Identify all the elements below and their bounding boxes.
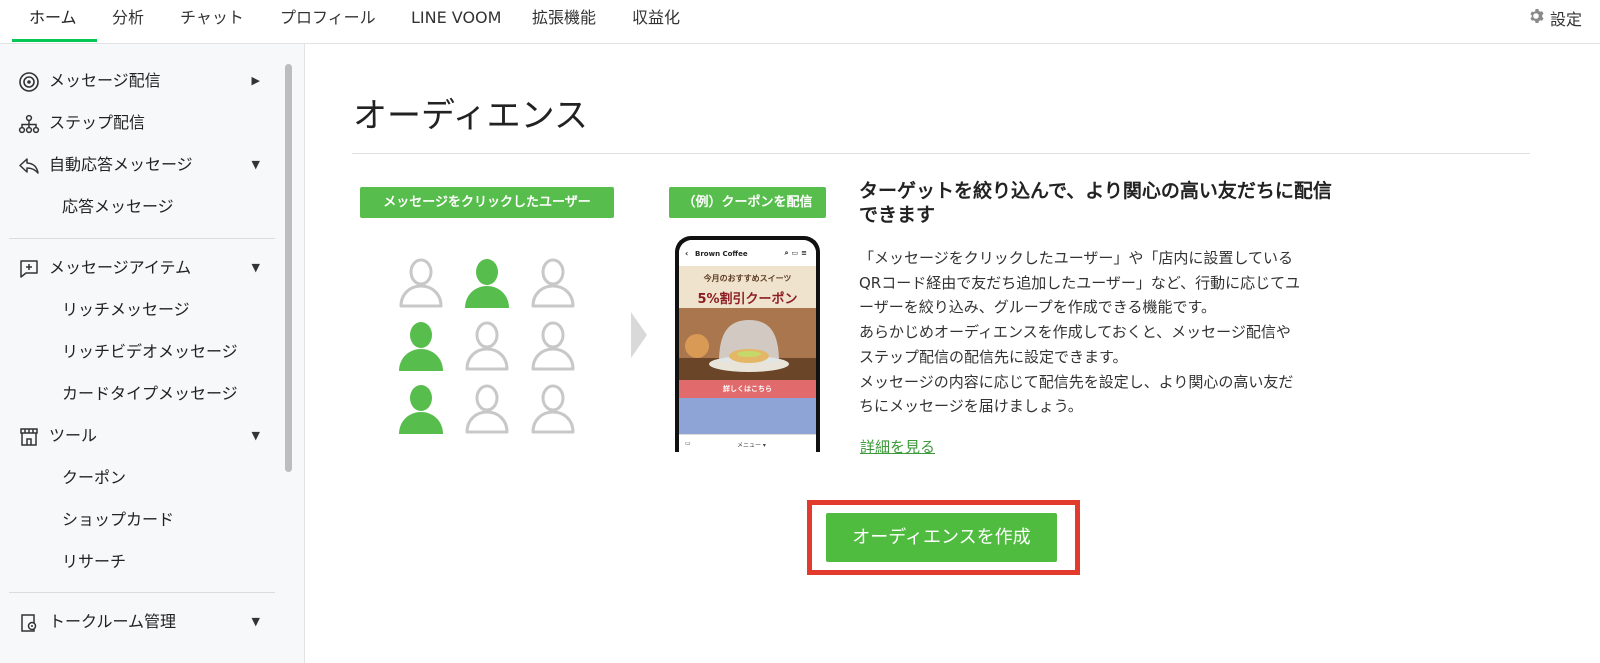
chat-settings-icon	[18, 612, 40, 634]
user-filled-icon	[465, 259, 509, 308]
details-cta-button: 詳しくはこちら	[679, 380, 816, 398]
sidebar-item-talk-room[interactable]: トークルーム管理 ▼	[0, 604, 282, 640]
sidebar-scrollbar[interactable]	[285, 64, 292, 472]
reply-icon	[18, 155, 40, 177]
user-outline-icon	[531, 258, 575, 308]
tab-monetization[interactable]: 収益化	[632, 0, 680, 44]
cake-photo	[679, 308, 816, 380]
store-icon	[18, 426, 40, 448]
sidebar-item-label: ショップカード	[62, 510, 175, 529]
user-outline-icon	[465, 321, 509, 371]
tab-chat[interactable]: チャット	[180, 0, 244, 44]
sidebar-item-label: トークルーム管理	[49, 612, 177, 631]
sidebar-item-label: リッチビデオメッセージ	[62, 342, 238, 361]
menu-label: メニュー ▾	[737, 442, 766, 449]
sidebar-item-label: 応答メッセージ	[62, 197, 174, 216]
sidebar-item-rich-video-message[interactable]: リッチビデオメッセージ	[0, 334, 282, 370]
sidebar-item-auto-reply[interactable]: 自動応答メッセージ ▼	[0, 147, 282, 183]
sidebar-item-reply-message[interactable]: 応答メッセージ	[0, 189, 282, 225]
tab-extensions[interactable]: 拡張機能	[532, 0, 596, 44]
chevron-down-icon: ▼	[251, 158, 260, 171]
description-line: あらかじめオーディエンスを作成しておくと、メッセージ配信や	[859, 323, 1291, 342]
sidebar-item-label: 自動応答メッセージ	[49, 155, 193, 174]
sidebar-item-tools[interactable]: ツール ▼	[0, 418, 282, 454]
sidebar-item-label: ツール	[49, 426, 98, 445]
chevron-down-icon: ▼	[251, 429, 260, 442]
tag-coupon-example: （例）クーポンを配信	[669, 187, 826, 218]
sidebar-item-message-items[interactable]: メッセージアイテム ▼	[0, 250, 282, 286]
description-line: 「メッセージをクリックしたユーザー」や「店内に設置している	[859, 249, 1293, 267]
chevron-down-icon: ▼	[251, 615, 260, 628]
create-audience-button[interactable]: オーディエンスを作成	[826, 513, 1057, 562]
description-line: ステップ配信の配信先に設定できます。	[859, 347, 1128, 366]
sidebar-item-coupon[interactable]: クーポン	[0, 460, 282, 496]
settings-label: 設定	[1549, 10, 1582, 29]
tab-analytics[interactable]: 分析	[112, 0, 144, 44]
sidebar-item-shop-card[interactable]: ショップカード	[0, 502, 282, 538]
chevron-down-icon: ▼	[251, 261, 260, 274]
feature-description: 「メッセージをクリックしたユーザー」や「店内に設置している QRコード経由で友だ…	[859, 246, 1349, 419]
page-title: オーディエンス	[353, 96, 588, 136]
top-navigation: ホーム 分析 チャット プロフィール LINE VOOM 拡張機能 収益化 設定	[0, 0, 1600, 44]
account-name: Brown Coffee	[695, 250, 748, 258]
phone-mockup: ‹ Brown Coffee ⌕▭≡ 今月のおすすめスイーツ 5%割引クーポン …	[675, 236, 820, 452]
tag-clicked-users: メッセージをクリックしたユーザー	[360, 187, 614, 218]
title-divider	[352, 153, 1530, 154]
message-plus-icon	[18, 258, 40, 280]
description-line: QRコード経由で友だち追加したユーザー」など、行動に応じてユ	[859, 273, 1301, 292]
tab-line-voom[interactable]: LINE VOOM	[411, 0, 501, 44]
tab-home[interactable]: ホーム	[29, 0, 77, 44]
banner-title: 5%割引クーポン	[697, 292, 798, 307]
sidebar-item-research[interactable]: リサーチ	[0, 544, 282, 580]
settings-button[interactable]: 設定	[1528, 0, 1582, 36]
sidebar: メッセージ配信 ▶ ステップ配信 自動応答メッセージ ▼ 応答メッセージ メッセ…	[0, 44, 305, 663]
feature-headline: ターゲットを絞り込んで、より関心の高い友だちに配信できます	[859, 180, 1332, 226]
tab-profile[interactable]: プロフィール	[280, 0, 376, 44]
chevron-right-icon: ▶	[251, 74, 260, 87]
audience-illustration	[399, 258, 575, 434]
arrow-right-icon	[631, 312, 647, 358]
sidebar-item-message-broadcast[interactable]: メッセージ配信 ▶	[0, 63, 282, 99]
hierarchy-icon	[18, 113, 40, 135]
description-line: ちにメッセージを届けましょう。	[859, 397, 1083, 416]
broadcast-icon	[18, 71, 40, 93]
user-outline-icon	[465, 384, 509, 434]
banner-subtitle: 今月のおすすめスイーツ	[703, 274, 792, 283]
header-icons: ⌕▭≡	[784, 249, 810, 257]
sidebar-item-label: クーポン	[62, 468, 127, 487]
rich-menu-area	[679, 398, 816, 434]
coupon-banner: 今月のおすすめスイーツ 5%割引クーポン	[679, 266, 816, 380]
phone-chat-header: ‹ Brown Coffee ⌕▭≡	[679, 240, 816, 266]
sidebar-item-card-type-message[interactable]: カードタイプメッセージ	[0, 376, 282, 412]
chevron-left-icon: ‹	[685, 249, 689, 258]
phone-footer: ▭ メニュー ▾	[679, 434, 816, 452]
keyboard-icon: ▭	[685, 440, 691, 447]
phone-screen: ‹ Brown Coffee ⌕▭≡ 今月のおすすめスイーツ 5%割引クーポン …	[679, 240, 816, 452]
sidebar-item-label: ステップ配信	[49, 113, 146, 132]
user-outline-icon	[531, 384, 575, 434]
sidebar-item-label: メッセージアイテム	[49, 258, 192, 277]
user-filled-icon	[399, 322, 443, 371]
user-outline-icon	[399, 258, 443, 308]
active-tab-indicator	[12, 39, 97, 42]
sidebar-item-label: リサーチ	[62, 552, 127, 571]
user-outline-icon	[531, 321, 575, 371]
sidebar-item-label: メッセージ配信	[49, 71, 161, 90]
user-filled-icon	[399, 385, 443, 434]
description-line: ーザーを絞り込み、グループを作成できる機能です。	[859, 298, 1217, 317]
sidebar-item-label: カードタイプメッセージ	[62, 384, 238, 403]
sidebar-item-rich-message[interactable]: リッチメッセージ	[0, 292, 282, 328]
sidebar-divider	[9, 238, 275, 239]
sidebar-divider	[9, 592, 275, 593]
sidebar-item-label: リッチメッセージ	[62, 300, 190, 319]
gear-icon	[1528, 8, 1544, 28]
sidebar-item-step-broadcast[interactable]: ステップ配信	[0, 105, 282, 141]
description-line: メッセージの内容に応じて配信先を設定し、より関心の高い友だ	[859, 372, 1294, 391]
details-link[interactable]: 詳細を見る	[860, 436, 935, 457]
